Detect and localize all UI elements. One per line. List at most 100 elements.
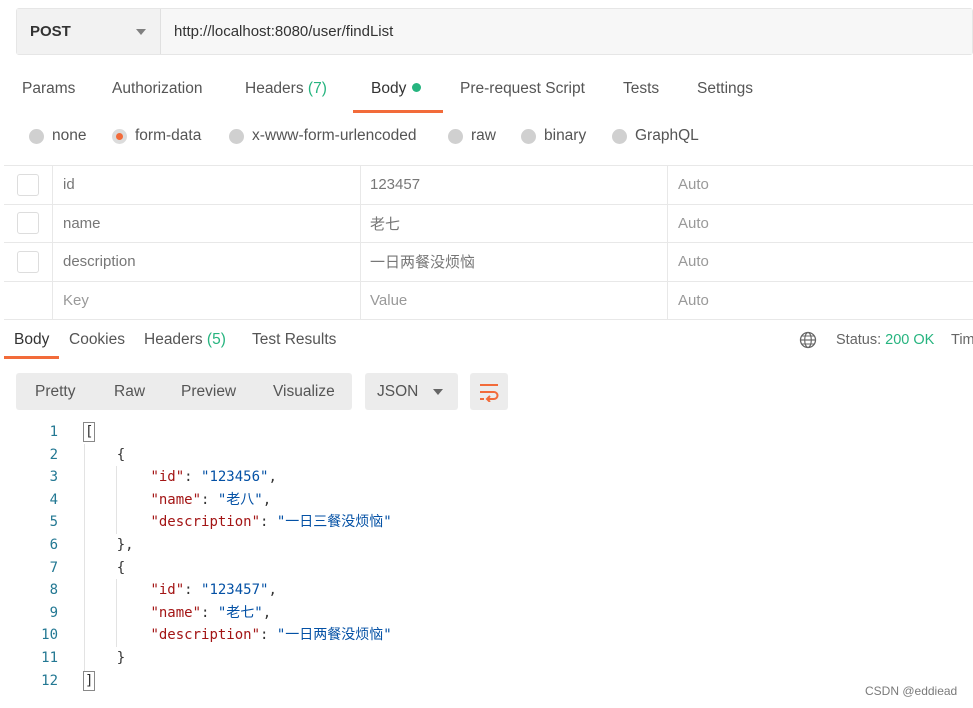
content-type-cell[interactable]: Auto [668,282,973,320]
tab-headers[interactable]: Headers (7) [245,68,327,110]
visualize-button[interactable]: Visualize [273,373,335,410]
tab-body-label: Body [371,80,407,97]
radio-none-label: none [52,127,87,144]
radio-circle-icon [612,128,627,144]
key-cell[interactable]: id [53,166,361,204]
radio-circle-icon [229,128,244,144]
wrap-lines-icon [480,383,499,402]
radio-raw[interactable]: raw [448,124,496,148]
line-number: 1 [49,424,58,440]
content-type-cell[interactable]: Auto [668,166,973,204]
body-type-radios: none form-data x-www-form-urlencoded raw… [0,124,973,148]
response-tabs: Body Cookies Headers (5) Test Results St… [0,324,973,360]
format-label: JSON [377,382,419,400]
radio-graphql-label: GraphQL [635,127,699,144]
key-placeholder[interactable]: Key [53,281,361,319]
value-cell[interactable]: 老七 [361,204,668,242]
row-checkbox[interactable] [17,212,39,235]
line-number: 4 [49,491,58,508]
view-mode-group: Pretty Raw Preview Visualize [16,373,352,410]
radio-circle-icon [29,128,44,144]
line-number: 11 [41,649,58,666]
status-indicator: Status: 200 OK [836,324,934,356]
preview-button[interactable]: Preview [181,373,236,410]
content-type-cell[interactable]: Auto [668,243,973,281]
globe-icon[interactable] [799,331,817,349]
json-value: "123457" [201,582,269,599]
radio-binary[interactable]: binary [521,124,586,148]
json-value: "老八" [217,491,263,508]
method-select[interactable]: POST [17,9,161,54]
radio-selected-icon [112,128,127,144]
raw-button[interactable]: Raw [114,373,145,410]
active-tab-indicator [4,356,59,359]
key-cell[interactable]: description [53,243,361,281]
tab-settings[interactable]: Settings [697,68,753,110]
format-select[interactable]: JSON [365,373,458,410]
line-number: 7 [49,559,58,576]
tab-headers-label: Headers [245,80,304,97]
line-number: 12 [41,672,58,689]
request-tabs: Params Authorization Headers (7) Body Pr… [0,68,973,113]
line-number: 3 [49,469,58,486]
request-bar: POST http://localhost:8080/user/findList [16,8,973,55]
line-number: 8 [49,582,58,599]
json-key: "id" [150,582,185,599]
json-value: "一日两餐没烦恼" [276,627,392,644]
tab-test-results[interactable]: Test Results [252,324,336,356]
radio-binary-label: binary [544,127,587,144]
tab-authorization[interactable]: Authorization [112,68,202,110]
url-input[interactable]: http://localhost:8080/user/findList [161,9,972,54]
key-cell[interactable]: name [53,204,361,242]
radio-circle-icon [521,128,536,144]
content-type-cell[interactable]: Auto [668,205,973,243]
tab-cookies[interactable]: Cookies [69,324,125,356]
table-row-new: Key Value Auto [4,281,973,320]
json-value: "老七" [217,604,263,621]
json-key: "id" [150,469,185,486]
tab-response-body[interactable]: Body [14,324,49,356]
row-checkbox[interactable] [17,250,39,273]
json-value: "123456" [201,469,269,486]
line-number: 5 [49,514,58,531]
json-value: "一日三餐没烦恼" [276,514,392,531]
tab-tests[interactable]: Tests [623,68,659,110]
tab-headers-count: (7) [307,80,327,97]
json-key: "description" [150,514,261,531]
status-value[interactable]: 200 OK [885,332,934,348]
method-label: POST [30,23,71,40]
chevron-down-icon [136,28,146,35]
radio-circle-icon [448,128,463,144]
active-tab-indicator [353,110,443,113]
form-data-table: id 123457 Auto name 老七 Auto description … [4,165,973,320]
table-row: name 老七 Auto [4,204,973,243]
radio-form-data[interactable]: form-data [112,124,201,148]
time-label: Time [951,332,973,348]
tab-prerequest-script[interactable]: Pre-request Script [460,68,585,110]
value-placeholder[interactable]: Value [361,281,668,319]
tab-params[interactable]: Params [22,68,75,110]
line-number: 2 [49,446,58,463]
tab-body[interactable]: Body [371,68,422,110]
json-key: "name" [150,604,202,621]
watermark: CSDN @eddiead [865,684,958,698]
radio-form-data-label: form-data [135,127,202,144]
line-number: 10 [41,627,58,644]
radio-raw-label: raw [471,127,496,144]
cursor-bracket: [ [83,422,96,442]
value-cell[interactable]: 123457 [361,166,668,204]
json-key: "description" [150,627,261,644]
wrap-lines-button[interactable] [470,373,508,410]
response-code-viewer[interactable]: 1[ 2 { 3 "id": "123456", 4 "name": "老八",… [0,421,973,692]
radio-graphql[interactable]: GraphQL [612,124,699,148]
status-label: Status: [836,332,882,348]
radio-urlencoded[interactable]: x-www-form-urlencoded [229,124,417,148]
table-row: id 123457 Auto [4,166,973,205]
radio-none[interactable]: none [29,124,86,148]
radio-urlencoded-label: x-www-form-urlencoded [252,127,417,144]
pretty-button[interactable]: Pretty [35,373,75,410]
value-cell[interactable]: 一日两餐没烦恼 [361,243,668,281]
row-checkbox[interactable] [17,173,39,196]
tab-response-headers[interactable]: Headers (5) [144,324,226,356]
chevron-down-icon [433,388,443,395]
